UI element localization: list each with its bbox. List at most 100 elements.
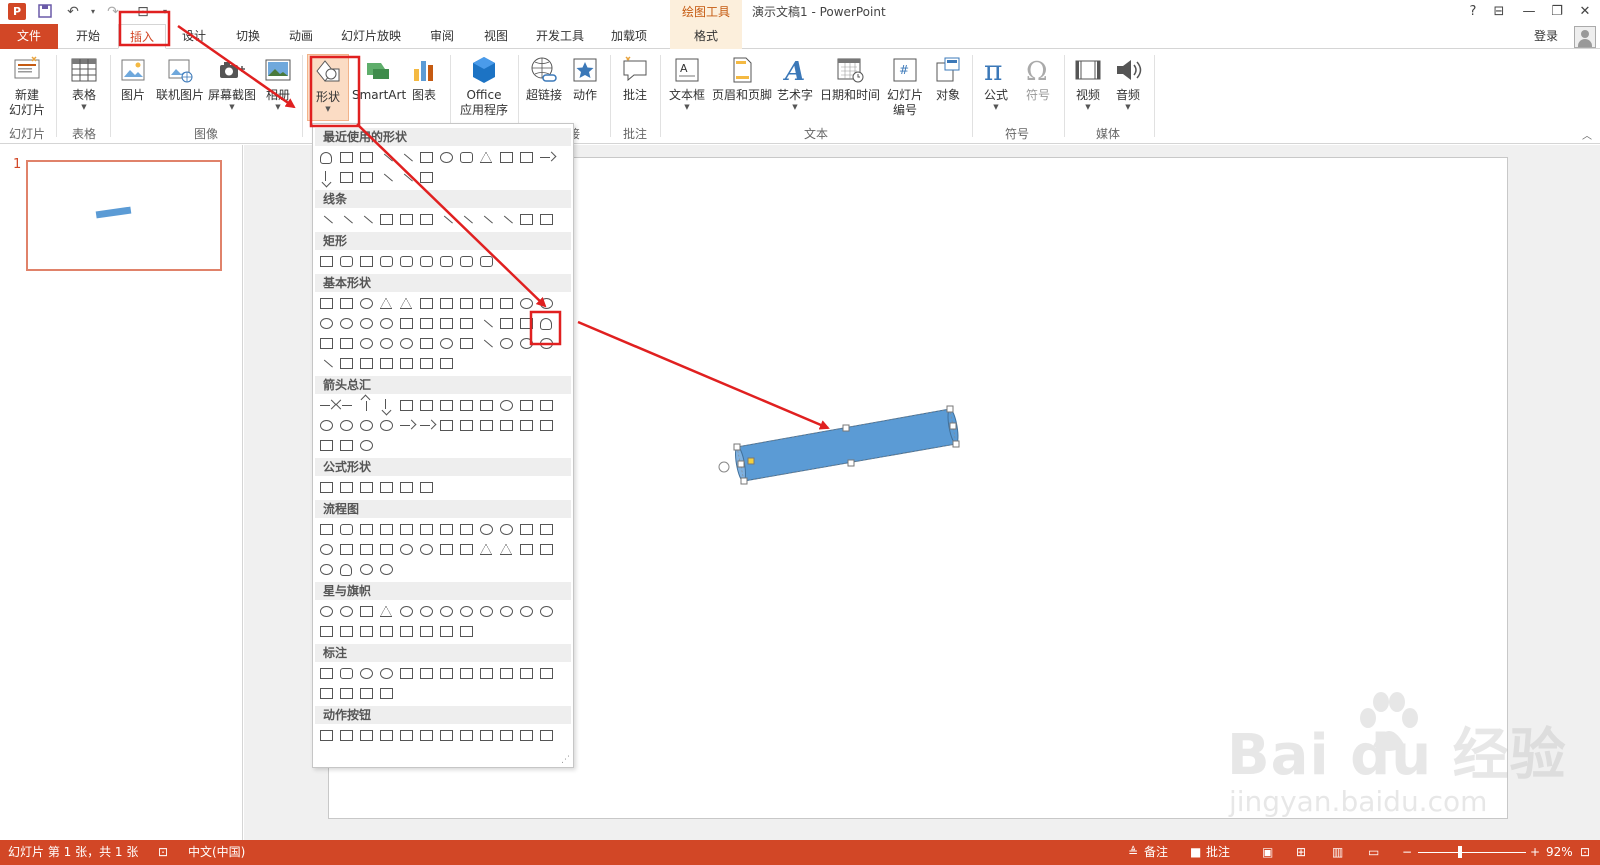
shape-parallelogram-icon[interactable] [417, 294, 435, 312]
save-icon[interactable] [36, 3, 54, 21]
shape-plaque-icon[interactable] [517, 314, 535, 332]
shape-vertical-textbox-icon[interactable] [337, 294, 355, 312]
shape-can-icon[interactable] [537, 314, 555, 332]
shape-4-point-star-icon[interactable] [357, 602, 375, 620]
shape-connector-icon[interactable] [317, 540, 335, 558]
shape-textbox-icon[interactable] [337, 148, 355, 166]
shape-card-icon[interactable] [357, 540, 375, 558]
tab-addins[interactable]: 加载项 [602, 24, 656, 49]
shape-16-point-star-icon[interactable] [497, 602, 515, 620]
shape-down-arrow-icon[interactable] [317, 168, 335, 186]
shape-right-triangle-icon[interactable] [397, 294, 415, 312]
shape-6-point-star-icon[interactable] [397, 602, 415, 620]
shape-curve-icon[interactable] [497, 210, 515, 228]
shape-heart-icon[interactable] [457, 334, 475, 352]
shapes-button[interactable]: 形状 ▼ [307, 54, 349, 121]
shape-left-arrow-icon[interactable] [337, 396, 355, 414]
shape-brace-icon[interactable] [417, 168, 435, 186]
shape-chord-icon[interactable] [377, 314, 395, 332]
shape-cylinder-icon[interactable] [317, 148, 335, 166]
tab-home[interactable]: 开始 [66, 24, 110, 49]
slideshow-view-icon[interactable]: ▭ [1368, 840, 1379, 865]
shape-or-icon[interactable] [417, 540, 435, 558]
shape-block-arc-icon[interactable] [397, 334, 415, 352]
shape-frame-icon[interactable] [417, 314, 435, 332]
shape-equal-icon[interactable] [397, 478, 415, 496]
shape-line-callout-accent-1-icon[interactable] [477, 664, 495, 682]
shape-heptagon-icon[interactable] [517, 294, 535, 312]
shape-plus-icon[interactable] [317, 478, 335, 496]
shape-cross-icon[interactable] [497, 314, 515, 332]
shape-pie-icon[interactable] [357, 314, 375, 332]
shape-alternate-process-icon[interactable] [337, 520, 355, 538]
shape-rounded-callout-icon[interactable] [337, 664, 355, 682]
shape-divide-icon[interactable] [377, 478, 395, 496]
customize-toolbar-icon[interactable]: ▾ [156, 3, 174, 21]
shape-double-brace-icon[interactable] [357, 354, 375, 372]
shape-curve-icon[interactable] [397, 168, 415, 186]
shape-vertical-textbox-icon[interactable] [357, 148, 375, 166]
shape-action-return-icon[interactable] [437, 726, 455, 744]
shape-curved-ribbon-up-icon[interactable] [357, 622, 375, 640]
shape-12-point-star-icon[interactable] [477, 602, 495, 620]
undo-icon[interactable]: ↶ [64, 3, 82, 21]
shape-cube-icon[interactable] [317, 334, 335, 352]
tab-view[interactable]: 视图 [474, 24, 518, 49]
login-link[interactable]: 登录 [1534, 24, 1558, 49]
shape-smiley-face-icon[interactable] [437, 334, 455, 352]
shape-curved-down-arrow-icon[interactable] [377, 416, 395, 434]
shape-rectangle-icon[interactable] [417, 148, 435, 166]
shape-moon-icon[interactable] [517, 334, 535, 352]
shape-elbow-double-arrow-icon[interactable] [417, 210, 435, 228]
shape-sequential-access-icon[interactable] [317, 560, 335, 578]
tab-developer[interactable]: 开发工具 [528, 24, 592, 49]
shape-snip-corner-rectangle-icon[interactable] [357, 252, 375, 270]
shape-line-callout-border-1-icon[interactable] [317, 684, 335, 702]
date-time-button[interactable]: 日期和时间 [818, 53, 882, 123]
shape-snip-same-side-icon[interactable] [377, 252, 395, 270]
photo-album-button[interactable]: 相册 ▼ [258, 53, 298, 123]
shape-horizontal-scroll-icon[interactable] [417, 622, 435, 640]
online-picture-button[interactable]: 联机图片 [154, 53, 206, 123]
shape-line-icon[interactable] [317, 210, 335, 228]
shape-elbow-connector-icon[interactable] [497, 148, 515, 166]
shape-rounded-rectangle-icon[interactable] [337, 252, 355, 270]
shape-diagonal-stripe-icon[interactable] [477, 314, 495, 332]
shape-snip-round-icon[interactable] [477, 252, 495, 270]
shape-line-callout-accent-4-icon[interactable] [537, 664, 555, 682]
shape-elbow-connector-icon[interactable] [377, 210, 395, 228]
shape-curved-up-arrow-icon[interactable] [357, 416, 375, 434]
comments-button[interactable]: 批注 [1206, 840, 1230, 865]
shape-action-help-icon[interactable] [517, 726, 535, 744]
shape-double-arrow-line-icon[interactable] [357, 210, 375, 228]
shape-elbow-arrow-icon[interactable] [517, 148, 535, 166]
tab-animations[interactable]: 动画 [279, 24, 323, 49]
shape-round-same-side-icon[interactable] [437, 252, 455, 270]
shape-right-arrow-icon[interactable] [537, 148, 555, 166]
shape-ribbon-up-icon[interactable] [317, 622, 335, 640]
smartart-button[interactable]: SmartArt [352, 53, 406, 123]
shape-teardrop-icon[interactable] [397, 314, 415, 332]
shape-terminator-icon[interactable] [477, 520, 495, 538]
shape-action-back-icon[interactable] [317, 726, 335, 744]
shape-left-arrow-callout-icon[interactable] [517, 416, 535, 434]
shape-action-home-icon[interactable] [397, 726, 415, 744]
office-apps-button[interactable]: Office 应用程序 [454, 53, 514, 123]
shape-round-single-corner-icon[interactable] [417, 252, 435, 270]
shape-l-shape-icon[interactable] [457, 314, 475, 332]
shape-action-forward-icon[interactable] [337, 726, 355, 744]
shape-7-point-star-icon[interactable] [417, 602, 435, 620]
shape-cloud-icon[interactable] [537, 334, 555, 352]
picture-button[interactable]: 图片 [114, 53, 152, 123]
shape-curved-right-arrow-icon[interactable] [317, 416, 335, 434]
slide-thumbnail[interactable] [26, 160, 222, 271]
shape-freeform-icon[interactable] [337, 168, 355, 186]
shape-line-callout-4-icon[interactable] [457, 664, 475, 682]
shape-off-page-connector-icon[interactable] [337, 540, 355, 558]
tab-insert[interactable]: 插入 [118, 24, 166, 49]
shape-line-icon[interactable] [397, 148, 415, 166]
shape-scribble-icon[interactable] [537, 210, 555, 228]
shape-left-up-arrow-icon[interactable] [517, 396, 535, 414]
tab-slideshow[interactable]: 幻灯片放映 [333, 24, 409, 49]
shape-direct-access-icon[interactable] [357, 560, 375, 578]
